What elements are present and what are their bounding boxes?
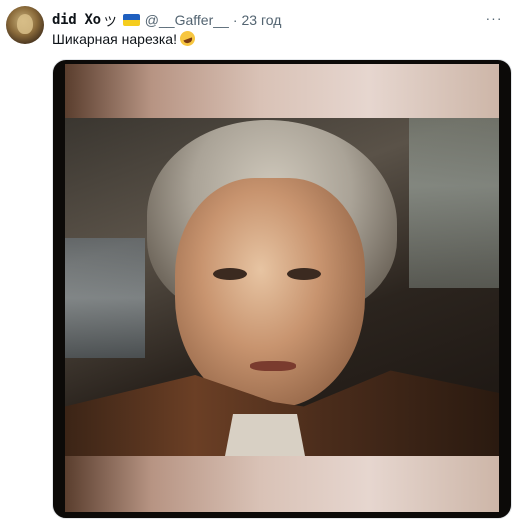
tweet-media-video[interactable]	[52, 59, 512, 519]
video-blur-top	[65, 64, 499, 118]
background-window	[65, 238, 145, 358]
rolling-laughing-emoji-icon	[177, 28, 198, 49]
avatar[interactable]	[6, 6, 44, 44]
more-options-icon[interactable]: ···	[483, 9, 505, 27]
name-emoji: ツ	[103, 13, 117, 29]
portrait-left-eye	[213, 268, 247, 280]
portrait-right-eye	[287, 268, 321, 280]
avatar-face-shape	[17, 14, 33, 34]
portrait-mouth	[250, 361, 296, 371]
user-handle[interactable]: @__Gaffer__	[145, 12, 229, 28]
timestamp[interactable]: 23 год	[241, 12, 281, 28]
video-frame	[65, 118, 499, 456]
background-light	[409, 118, 499, 288]
tweet[interactable]: did Xo ツ @__Gaffer__ · 23 год ··· Шикарн…	[0, 0, 517, 523]
tweet-text: Шикарная нарезка!	[52, 28, 198, 49]
tweet-text-content: Шикарная нарезка!	[52, 31, 177, 47]
video-blur-bottom	[65, 456, 499, 512]
portrait-shirt	[225, 414, 305, 456]
ukraine-flag-icon	[122, 14, 140, 26]
tweet-header: did Xo ツ @__Gaffer__ · 23 год	[52, 10, 281, 30]
separator-dot: ·	[232, 12, 238, 28]
display-name[interactable]: did Xo	[52, 12, 101, 28]
portrait-face	[175, 178, 365, 408]
